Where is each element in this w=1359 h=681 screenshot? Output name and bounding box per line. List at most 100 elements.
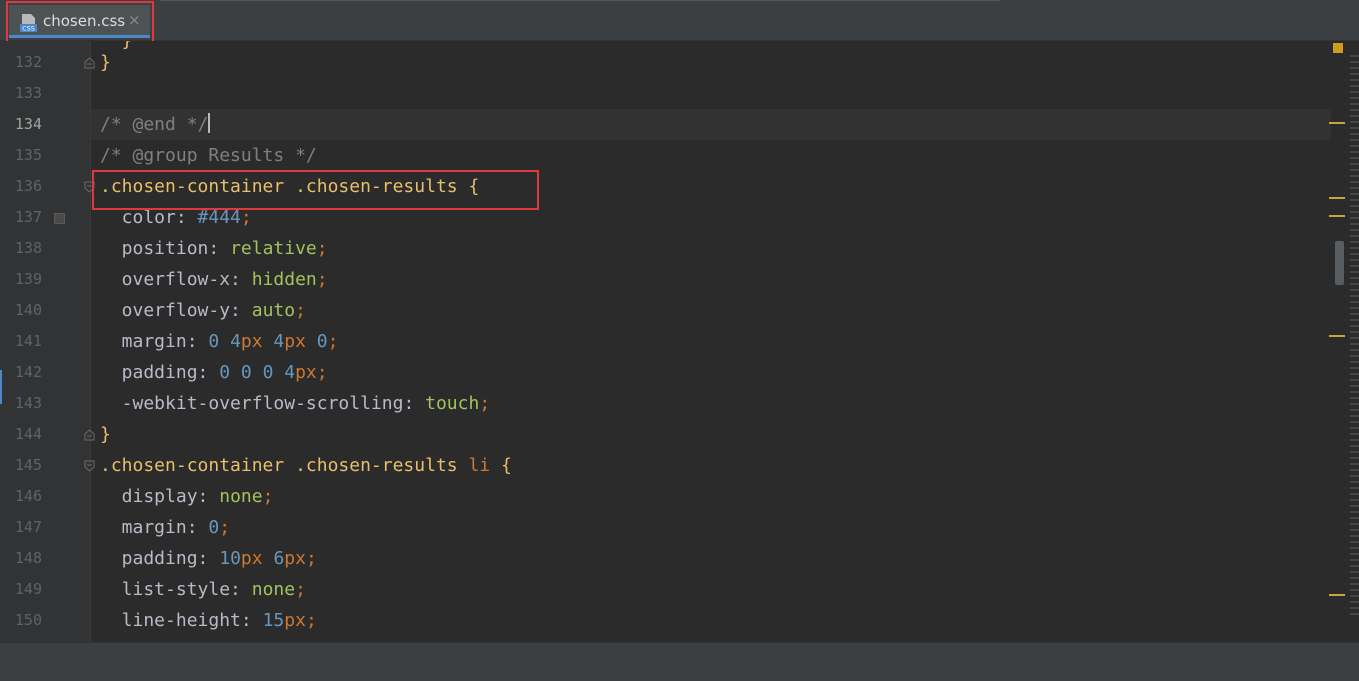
code-token: ; — [316, 269, 328, 290]
code-line[interactable]: 145 .chosen-container .chosen-results li … — [0, 450, 1330, 481]
line-number: 132 — [14, 53, 42, 71]
code-token: : — [230, 269, 252, 290]
code-line[interactable]: 134 /* @end */ — [0, 109, 1330, 140]
warning-marker[interactable] — [1329, 594, 1345, 596]
line-number: 143 — [14, 394, 42, 412]
code-token: li — [468, 455, 501, 476]
code-line[interactable]: 143 -webkit-overflow-scrolling: touch; — [0, 388, 1330, 419]
code-token: 0 — [208, 517, 220, 538]
warning-marker[interactable] — [1329, 335, 1345, 337]
code-text[interactable]: padding: 10px 6px; — [100, 543, 317, 574]
code-token: line-height — [100, 610, 241, 631]
code-line[interactable]: 139 overflow-x: hidden; — [0, 264, 1330, 295]
code-token: auto — [251, 300, 296, 321]
code-text[interactable]: padding: 0 0 0 4px; — [100, 357, 328, 388]
code-token: ; — [479, 393, 491, 414]
code-token: px — [284, 331, 317, 352]
warning-marker[interactable] — [1329, 215, 1345, 217]
code-text[interactable]: line-height: 15px; — [100, 605, 317, 636]
code-line[interactable]: 148 padding: 10px 6px; — [0, 543, 1330, 574]
code-line[interactable]: 147 margin: 0; — [0, 512, 1330, 543]
line-number: 148 — [14, 549, 42, 567]
code-token: : — [208, 238, 231, 259]
code-text[interactable]: -webkit-overflow-scrolling: touch; — [100, 388, 490, 419]
code-line[interactable]: 135 /* @group Results */ — [0, 140, 1330, 171]
warning-marker[interactable] — [1329, 197, 1345, 199]
fold-close-icon[interactable] — [84, 57, 95, 69]
code-token: none — [219, 486, 263, 507]
code-token: ; — [316, 362, 328, 383]
code-token: : — [197, 548, 220, 569]
code-token: #444 — [197, 207, 241, 228]
code-token: overflow-x — [100, 269, 231, 290]
scrollbar-thumb[interactable] — [1335, 241, 1344, 285]
code-token: } — [100, 424, 111, 445]
code-token: px — [240, 331, 274, 352]
code-token: 15 — [262, 610, 285, 631]
code-line[interactable]: 150 line-height: 15px; — [0, 605, 1330, 636]
code-editor[interactable]: } 132} 133 134 /* @end */ 135 /* @group Resul… — [0, 41, 1359, 642]
editor-tab-bar: CSS chosen.css × — [0, 0, 1359, 41]
code-token: .chosen-container .chosen-results — [100, 455, 469, 476]
line-number: 147 — [14, 518, 42, 536]
code-line[interactable]: 144} — [0, 419, 1330, 450]
code-token: ; — [295, 579, 306, 600]
line-number: 149 — [14, 580, 42, 598]
warning-indicator-icon[interactable] — [1333, 43, 1343, 53]
line-number: 144 — [14, 425, 42, 443]
code-line[interactable]: 132} — [0, 47, 1330, 78]
code-line[interactable]: 140 overflow-y: auto; — [0, 295, 1330, 326]
code-line[interactable]: 146 display: none; — [0, 481, 1330, 512]
code-token: : — [240, 610, 263, 631]
code-token: ; — [305, 610, 317, 631]
fold-close-icon[interactable] — [84, 429, 95, 441]
line-number: 133 — [14, 84, 42, 102]
line-number: 150 — [14, 611, 42, 629]
code-token: position — [100, 238, 209, 259]
code-token: : — [186, 331, 209, 352]
code-token: ; — [262, 486, 274, 507]
code-token: : — [230, 300, 252, 321]
scrollbar-track[interactable] — [1350, 55, 1359, 615]
code-text[interactable]: overflow-y: auto; — [100, 295, 306, 326]
code-token: px — [240, 548, 274, 569]
code-text[interactable]: .chosen-container .chosen-results li { — [100, 450, 512, 481]
code-token: padding — [100, 548, 198, 569]
code-token: ; — [295, 300, 306, 321]
code-token: touch — [425, 393, 480, 414]
code-text[interactable]: list-style: none; — [100, 574, 306, 605]
warning-marker[interactable] — [1329, 122, 1345, 124]
code-text[interactable]: position: relative; — [100, 233, 328, 264]
code-line[interactable]: 142 padding: 0 0 0 4px; — [0, 357, 1330, 388]
code-token: ; — [327, 331, 339, 352]
code-line[interactable]: 149 list-style: none; — [0, 574, 1330, 605]
code-text[interactable]: /* @end */ — [100, 109, 211, 140]
code-token: px — [284, 610, 306, 631]
code-text[interactable]: overflow-x: hidden; — [100, 264, 328, 295]
code-token: 10 — [219, 548, 241, 569]
code-text[interactable]: margin: 0; — [100, 512, 230, 543]
code-text[interactable]: margin: 0 4px 4px 0; — [100, 326, 339, 357]
line-number: 141 — [14, 332, 42, 350]
fold-open-icon[interactable] — [84, 460, 95, 472]
code-line[interactable]: 133 — [0, 78, 1330, 109]
code-token: hidden — [251, 269, 317, 290]
code-token: relative — [230, 238, 317, 259]
breakpoint-marker-icon[interactable] — [54, 213, 65, 224]
line-number: 135 — [14, 146, 42, 164]
code-token: 4 — [273, 331, 285, 352]
code-text[interactable]: /* @group Results */ — [100, 140, 317, 171]
code-token: list-style — [100, 579, 231, 600]
line-number: 145 — [14, 456, 42, 474]
code-text[interactable]: } — [100, 47, 111, 78]
code-text[interactable]: } — [100, 419, 111, 450]
code-token: display — [100, 486, 198, 507]
code-token: color — [100, 207, 176, 228]
code-line[interactable]: 138 position: relative; — [0, 233, 1330, 264]
code-token: : — [197, 362, 220, 383]
code-token: /* @end */ — [100, 114, 209, 135]
tab-bar-divider — [160, 0, 1000, 1]
code-line[interactable]: 141 margin: 0 4px 4px 0; — [0, 326, 1330, 357]
code-token: : — [175, 207, 198, 228]
code-text[interactable]: display: none; — [100, 481, 274, 512]
